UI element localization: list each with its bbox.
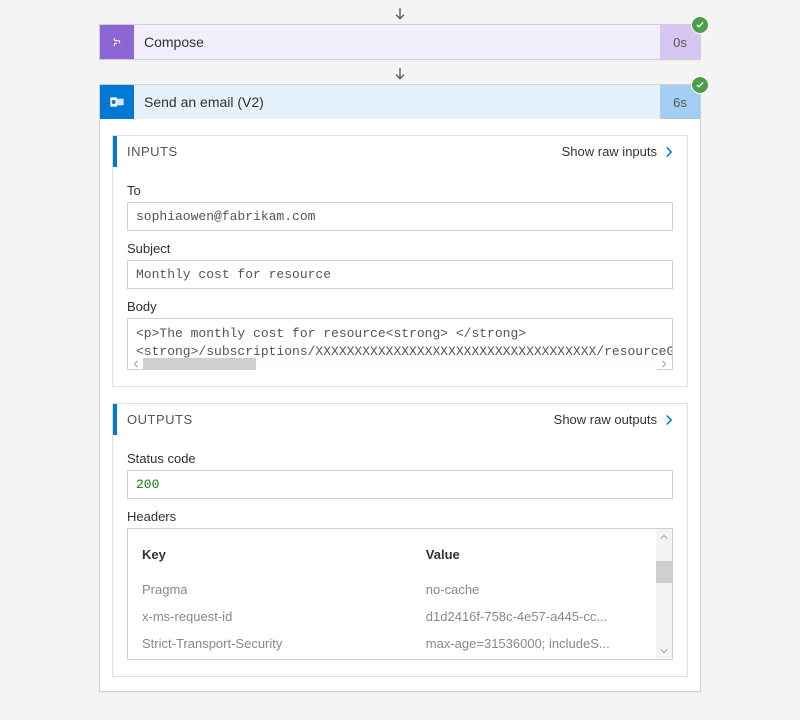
table-row: Pragma no-cache [128, 576, 672, 603]
body-value[interactable]: <p>The monthly cost for resource<strong>… [127, 318, 673, 358]
email-card: Send an email (V2) 6s INPUTS Show raw in… [99, 84, 701, 692]
header-key: Pragma [142, 582, 426, 597]
status-code-label: Status code [127, 451, 673, 466]
email-header[interactable]: Send an email (V2) 6s [100, 85, 700, 119]
email-title: Send an email (V2) [134, 85, 660, 119]
subject-label: Subject [127, 241, 673, 256]
body-field: Body <p>The monthly cost for resource<st… [127, 299, 673, 370]
outputs-title: OUTPUTS [117, 412, 193, 427]
scroll-right-icon[interactable] [659, 359, 669, 369]
subject-field: Subject Monthly cost for resource [127, 241, 673, 289]
inputs-section: INPUTS Show raw inputs To sophiaowen@fab… [112, 135, 688, 387]
compose-card: Compose 0s [99, 24, 701, 60]
status-code-value[interactable]: 200 [127, 470, 673, 499]
headers-field: Headers Key Value Pragma no-cache [127, 509, 673, 660]
show-raw-inputs-label: Show raw inputs [562, 144, 657, 159]
table-row: Strict-Transport-Security max-age=315360… [128, 630, 672, 657]
to-field: To sophiaowen@fabrikam.com [127, 183, 673, 231]
show-raw-inputs-link[interactable]: Show raw inputs [562, 144, 675, 159]
compose-header[interactable]: Compose 0s [100, 25, 700, 59]
header-key: x-ms-request-id [142, 609, 426, 624]
scroll-left-icon[interactable] [131, 359, 141, 369]
headers-col-key: Key [142, 547, 426, 562]
compose-icon [100, 25, 134, 59]
success-badge-icon [691, 16, 709, 34]
scroll-thumb[interactable] [656, 561, 672, 583]
body-label: Body [127, 299, 673, 314]
headers-label: Headers [127, 509, 673, 524]
success-badge-icon [691, 76, 709, 94]
flow-arrow-icon [0, 66, 800, 82]
headers-col-value: Value [426, 547, 658, 562]
show-raw-outputs-label: Show raw outputs [554, 412, 657, 427]
header-value: no-cache [426, 582, 658, 597]
headers-table[interactable]: Key Value Pragma no-cache x-ms-request-i… [127, 528, 673, 660]
header-value: max-age=31536000; includeS... [426, 636, 658, 651]
scroll-down-icon[interactable] [656, 643, 672, 659]
flow-arrow-icon [0, 6, 800, 22]
table-row: x-ms-request-id d1d2416f-758c-4e57-a445-… [128, 603, 672, 630]
headers-columns: Key Value [128, 529, 672, 576]
inputs-title: INPUTS [117, 144, 178, 159]
compose-title: Compose [134, 25, 660, 59]
scroll-up-icon[interactable] [656, 529, 672, 545]
header-key: Strict-Transport-Security [142, 636, 426, 651]
headers-scrollbar[interactable] [656, 529, 672, 659]
to-value[interactable]: sophiaowen@fabrikam.com [127, 202, 673, 231]
chevron-right-icon [663, 414, 675, 426]
to-label: To [127, 183, 673, 198]
outputs-section: OUTPUTS Show raw outputs Status code 200… [112, 403, 688, 677]
body-scrollbar[interactable] [127, 358, 673, 370]
status-code-field: Status code 200 [127, 451, 673, 499]
scroll-thumb[interactable] [143, 358, 256, 370]
show-raw-outputs-link[interactable]: Show raw outputs [554, 412, 675, 427]
subject-value[interactable]: Monthly cost for resource [127, 260, 673, 289]
header-value: d1d2416f-758c-4e57-a445-cc... [426, 609, 658, 624]
chevron-right-icon [663, 146, 675, 158]
outlook-icon [100, 85, 134, 119]
